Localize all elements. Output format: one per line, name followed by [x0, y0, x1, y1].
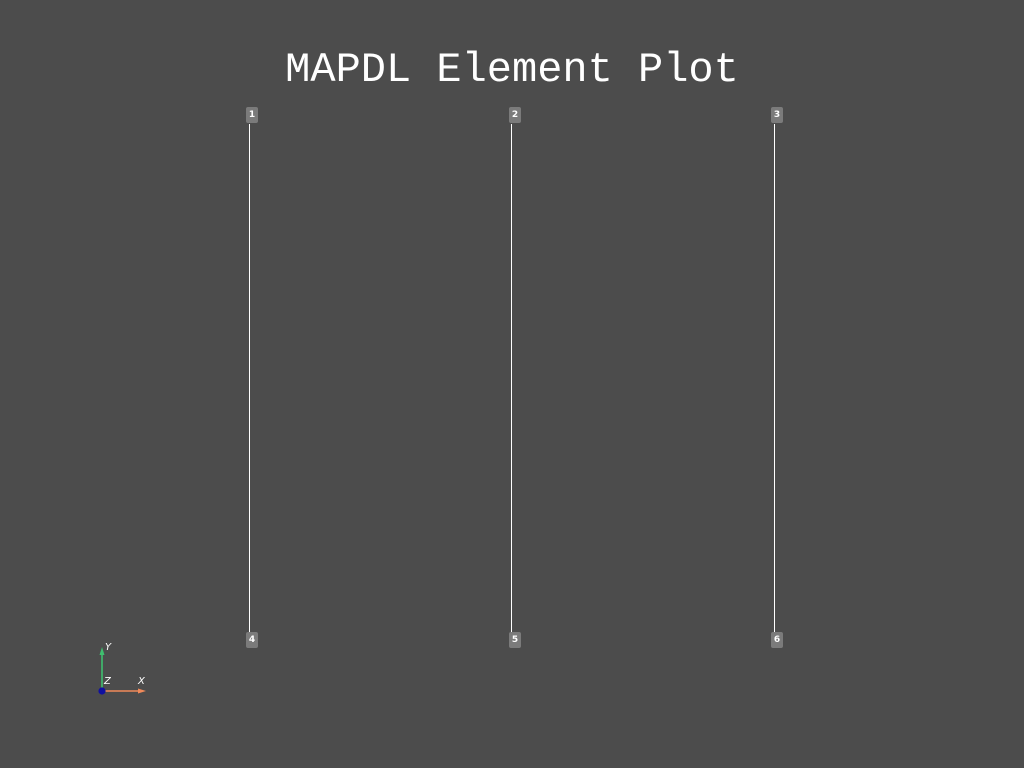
axes-triad-icon [98, 647, 146, 695]
x-axis-label: X [138, 676, 145, 687]
y-axis-arrowhead [99, 647, 105, 655]
node-label: 5 [509, 632, 521, 648]
node-label: 3 [771, 107, 783, 123]
node-label: 4 [246, 632, 258, 648]
z-axis-dot [98, 687, 106, 695]
z-axis-label: Z [104, 676, 111, 687]
x-axis-arrowhead [138, 688, 146, 694]
plot-viewport[interactable]: MAPDL Element Plot 1 2 3 4 5 6 Y Z X [0, 0, 1024, 768]
node-label: 1 [246, 107, 258, 123]
y-axis-label: Y [105, 642, 112, 653]
node-label: 2 [509, 107, 521, 123]
node-label: 6 [771, 632, 783, 648]
orientation-axes-triad: Y Z X [90, 640, 160, 700]
